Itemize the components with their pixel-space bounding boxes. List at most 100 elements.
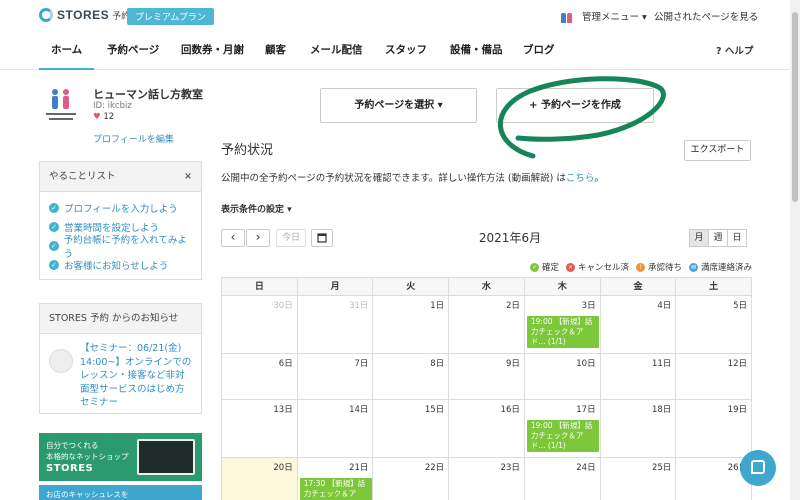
calendar-day[interactable]: 14日 bbox=[297, 400, 374, 458]
calendar-day[interactable]: 16日 bbox=[449, 400, 525, 458]
day-number: 19日 bbox=[727, 405, 748, 415]
banner-image bbox=[137, 439, 195, 475]
calendar-week-row: 6日 7日 8日 9日 10日 11日 12日 bbox=[222, 354, 753, 400]
calendar-week-row: 13日 14日 15日 16日 17日 19:00 【新規】話力チェック＆アド... (1… bbox=[222, 400, 753, 458]
calendar-day[interactable]: 4日 bbox=[600, 296, 677, 354]
close-icon[interactable]: × bbox=[184, 162, 192, 192]
next-month-button[interactable]: › bbox=[246, 229, 270, 247]
day-number: 6日 bbox=[278, 359, 293, 369]
calendar-day[interactable]: 12日 bbox=[676, 354, 753, 400]
calendar-day[interactable]: 30日 bbox=[222, 296, 298, 354]
day-number: 24日 bbox=[576, 463, 596, 473]
calendar-day[interactable]: 13日 bbox=[222, 400, 298, 458]
calendar-day[interactable]: 18日 bbox=[600, 400, 677, 458]
weekday-label: 水 bbox=[449, 278, 525, 296]
day-number: 14日 bbox=[349, 405, 369, 415]
calendar-day[interactable]: 7日 bbox=[297, 354, 374, 400]
news-text[interactable]: 【セミナー：06/21(金) 14:00~】オンラインでのレッスン・接客など非対… bbox=[80, 342, 192, 410]
check-icon: ✓ bbox=[49, 221, 59, 232]
calendar-day[interactable]: 8日 bbox=[373, 354, 450, 400]
nav-home[interactable]: ホーム bbox=[39, 32, 95, 70]
calendar-day[interactable]: 21日 17:30 【新規】話力チェック＆アド... bbox=[298, 458, 374, 500]
calendar-day[interactable]: 22日 bbox=[373, 458, 450, 500]
todo-item-label: お客様にお知らせしよう bbox=[64, 260, 169, 272]
check-icon: ✓ bbox=[49, 240, 59, 251]
banner-second-text: お店のキャッシュレスを bbox=[46, 490, 129, 499]
calendar-day[interactable]: 10日 bbox=[524, 354, 601, 400]
calendar-day[interactable]: 5日 bbox=[676, 296, 753, 354]
stores-banner[interactable]: 自分でつくれる 本格的なネットショップ STORES bbox=[39, 433, 202, 481]
calendar-day[interactable]: 19日 bbox=[676, 400, 753, 458]
nav-reservation-pages[interactable]: 予約ページ bbox=[107, 32, 159, 70]
news-title: STORES 予約 からのお知らせ bbox=[49, 313, 179, 324]
calendar-day-today[interactable]: 20日 bbox=[222, 458, 298, 500]
nav-equipment[interactable]: 設備・備品 bbox=[450, 32, 503, 70]
day-number: 22日 bbox=[424, 463, 445, 473]
calendar-day[interactable]: 17日 19:00 【新規】話力チェック＆アド... (1/1) bbox=[524, 400, 601, 458]
help-video-link[interactable]: こちら bbox=[566, 173, 595, 184]
news-card-header: STORES 予約 からのお知らせ bbox=[40, 304, 201, 334]
create-reservation-page-button[interactable]: + 予約ページを作成 bbox=[496, 88, 654, 123]
date-picker-button[interactable] bbox=[311, 229, 333, 247]
chat-icon bbox=[751, 460, 765, 474]
calendar-day[interactable]: 6日 bbox=[222, 354, 298, 400]
legend-item: × キャンセル済 bbox=[566, 261, 629, 273]
calendar-day[interactable]: 15日 bbox=[373, 400, 450, 458]
calendar-day[interactable]: 24日 bbox=[525, 458, 601, 500]
select-reservation-page-button[interactable]: 予約ページを選択 ▾ bbox=[320, 88, 477, 123]
heart-icon: ♥ bbox=[93, 112, 101, 122]
view-week-button[interactable]: 週 bbox=[708, 229, 728, 247]
help-link[interactable]: ? ヘルプ bbox=[716, 43, 753, 57]
calendar-day[interactable]: 1日 bbox=[373, 296, 450, 354]
news-item[interactable]: 【セミナー：06/21(金) 14:00~】オンラインでのレッスン・接客など非対… bbox=[40, 334, 201, 418]
calendar-day[interactable]: 11日 bbox=[600, 354, 677, 400]
admin-menu-label: 管理メニュー ▾ bbox=[582, 12, 647, 23]
main-nav: ホーム 予約ページ 回数券・月謝 顧客 メール配信 スタッフ 設備・備品 ブログ… bbox=[0, 32, 790, 70]
view-day-button[interactable]: 日 bbox=[727, 229, 747, 247]
month-calendar: 日月火水木金土 30日 31日 1日 2日 3日 19:00 【新規】話力チェック＆アド.… bbox=[221, 277, 753, 500]
calendar-day[interactable]: 25日 bbox=[601, 458, 677, 500]
view-month-button[interactable]: 月 bbox=[689, 229, 709, 247]
nav-blog[interactable]: ブログ bbox=[523, 32, 555, 70]
chat-support-button[interactable] bbox=[740, 450, 776, 486]
todo-item-label: プロフィールを入力しよう bbox=[64, 203, 178, 215]
legend-item: ✉ 満席連絡済み bbox=[689, 261, 752, 273]
calendar-day[interactable]: 9日 bbox=[449, 354, 525, 400]
nav-tickets[interactable]: 回数券・月謝 bbox=[181, 32, 244, 70]
weekday-header: 日月火水木金土 bbox=[222, 278, 753, 296]
filter-settings-toggle[interactable]: 表示条件の設定 ▾ bbox=[221, 202, 292, 215]
export-button[interactable]: エクスポート bbox=[684, 140, 751, 161]
todo-item[interactable]: ✓ プロフィールを入力しよう bbox=[49, 198, 192, 217]
day-number: 9日 bbox=[505, 359, 520, 369]
banner-line1: 自分でつくれる bbox=[46, 441, 99, 450]
profile-name: ヒューマン話し方教室 bbox=[93, 88, 203, 101]
prev-month-button[interactable]: ‹ bbox=[221, 229, 245, 247]
calendar-week-row: 20日 21日 17:30 【新規】話力チェック＆アド... 22日 23日 24日 25日… bbox=[222, 458, 753, 500]
stores-logo[interactable]: STORES 予約 bbox=[39, 8, 130, 22]
scroll-thumb[interactable] bbox=[792, 12, 798, 202]
calendar-icon bbox=[317, 233, 327, 243]
reservation-event[interactable]: 19:00 【新規】話力チェック＆アド... (1/1) bbox=[526, 316, 599, 348]
today-button[interactable]: 今日 bbox=[276, 229, 306, 247]
admin-menu[interactable]: 管理メニュー ▾ bbox=[560, 9, 647, 23]
weekday-label: 日 bbox=[222, 278, 298, 296]
calendar-day[interactable]: 3日 19:00 【新規】話力チェック＆アド... (1/1) bbox=[524, 296, 601, 354]
todo-card-header: やることリスト × bbox=[40, 162, 201, 192]
reservation-event[interactable]: 17:30 【新規】話力チェック＆アド... bbox=[299, 478, 372, 500]
todo-item[interactable]: ✓ 予約台帳に予約を入れてみよう bbox=[49, 235, 192, 260]
calendar-day[interactable]: 23日 bbox=[449, 458, 525, 500]
legend-label: 確定 bbox=[542, 263, 560, 273]
calendar-day[interactable]: 31日 bbox=[297, 296, 374, 354]
calendar-day[interactable]: 2日 bbox=[449, 296, 525, 354]
page-scrollbar[interactable] bbox=[790, 0, 800, 500]
reservation-event[interactable]: 19:00 【新規】話力チェック＆アド... (1/1) bbox=[526, 420, 599, 452]
legend-label: キャンセル済 bbox=[578, 263, 630, 273]
nav-customers[interactable]: 顧客 bbox=[265, 32, 286, 70]
status-icon: ! bbox=[636, 262, 646, 272]
public-page-link[interactable]: 公開されたページを見る bbox=[654, 9, 758, 23]
banner-brand: STORES bbox=[46, 463, 94, 474]
nav-mail[interactable]: メール配信 bbox=[310, 32, 363, 70]
cashless-banner[interactable]: お店のキャッシュレスを bbox=[39, 485, 202, 500]
edit-profile-link[interactable]: プロフィールを編集 bbox=[93, 132, 174, 145]
nav-staff[interactable]: スタッフ bbox=[385, 32, 427, 70]
